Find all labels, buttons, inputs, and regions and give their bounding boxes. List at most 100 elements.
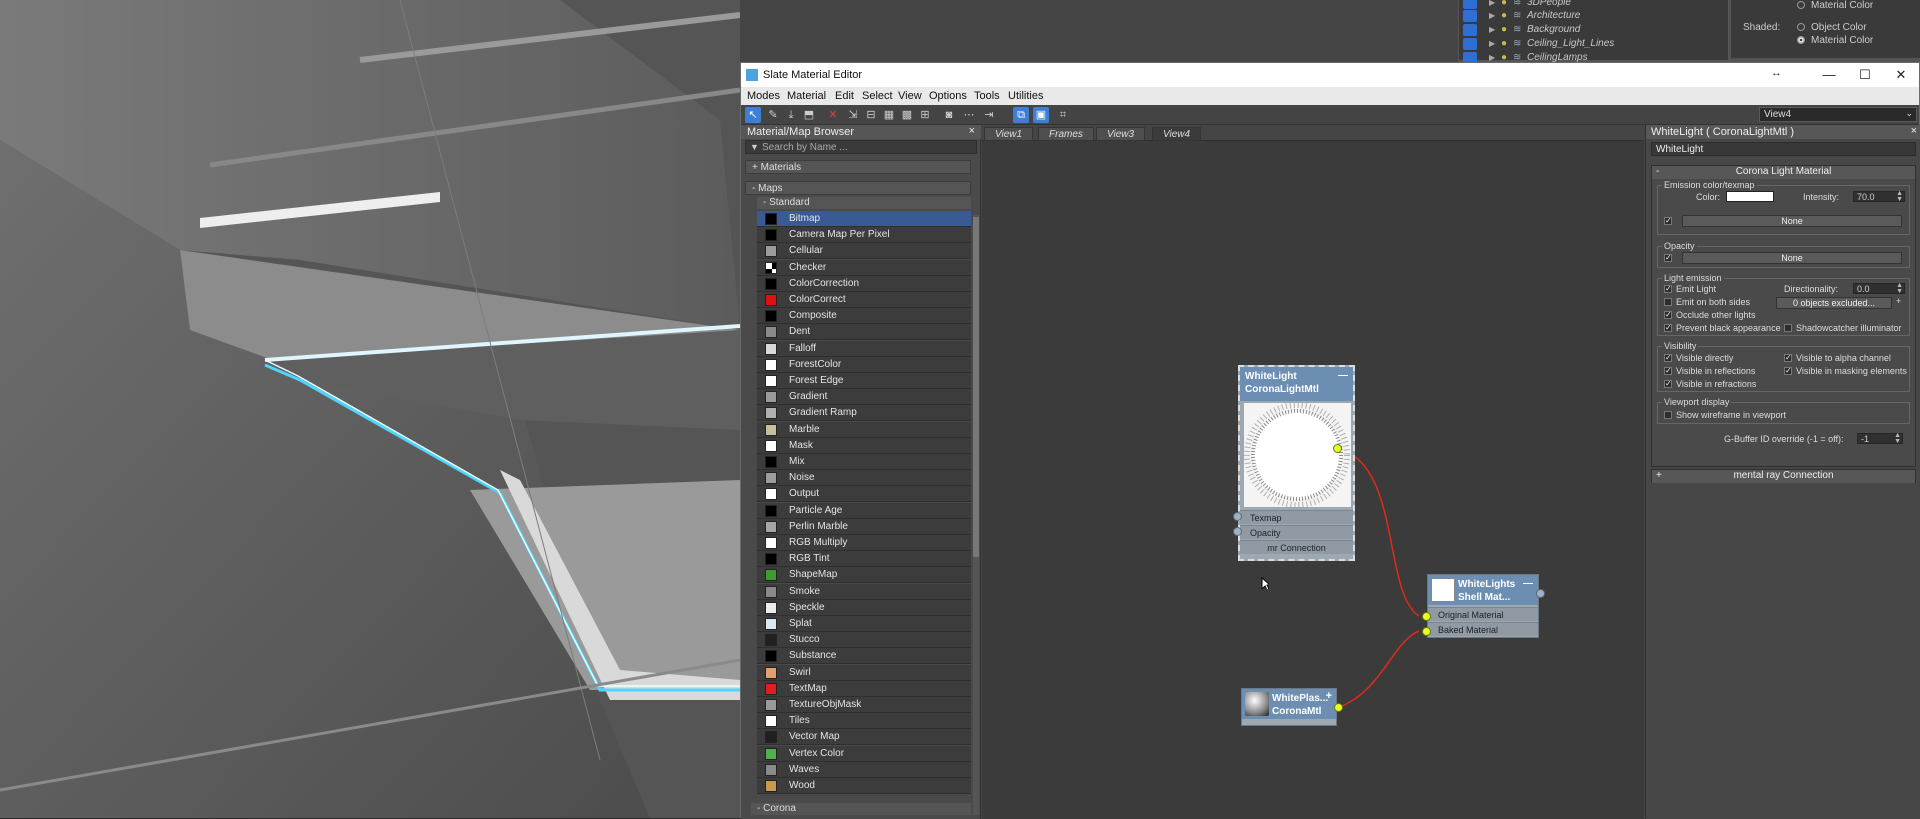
prevent-black-checkbox[interactable]: ✓ xyxy=(1664,324,1672,332)
minimize-button[interactable]: — xyxy=(1811,65,1847,85)
map-item[interactable]: ColorCorrect xyxy=(757,292,971,308)
assign-material-icon[interactable]: ⬒ xyxy=(801,107,817,123)
put-to-scene-icon[interactable]: ⤓ xyxy=(783,107,799,123)
map-item[interactable]: RGB Multiply xyxy=(757,535,971,551)
map-item[interactable]: Speckle xyxy=(757,599,971,616)
close-icon[interactable]: × xyxy=(1911,125,1917,137)
map-item[interactable]: Gradient Ramp xyxy=(757,405,971,422)
radio-icon[interactable] xyxy=(1797,23,1805,31)
node-shell-material[interactable]: WhiteLights Shell Mat... — Original Mate… xyxy=(1427,574,1539,638)
spinner-arrows-icon[interactable]: ▲ ▼ xyxy=(1894,432,1901,445)
map-item[interactable]: Falloff xyxy=(757,340,971,357)
map-item[interactable]: Checker xyxy=(757,259,971,276)
light-bulb-icon[interactable]: ● xyxy=(1501,0,1507,8)
scene-explorer[interactable]: ▶ ● ≋ 3DPeople ▶ ● ≋ Architecture ▶ ● ≋ … xyxy=(1458,0,1729,64)
browser-scrollbar[interactable] xyxy=(973,215,979,815)
emit-light-checkbox[interactable]: ✓ xyxy=(1664,285,1672,293)
radio-material-color[interactable]: Material Color xyxy=(1797,35,1873,46)
socket-mr-connection[interactable]: mr Connection xyxy=(1240,540,1353,554)
move-children-icon[interactable]: ⇲ xyxy=(845,107,861,123)
opacity-texmap-button[interactable]: None xyxy=(1682,252,1902,264)
output-socket-plastic[interactable] xyxy=(1334,703,1343,712)
collapse-icon[interactable]: - xyxy=(1656,166,1659,177)
maps-section[interactable]: - Maps xyxy=(745,181,971,195)
map-item[interactable]: Marble xyxy=(757,421,971,438)
map-item[interactable]: Vertex Color xyxy=(757,745,971,762)
map-item[interactable]: Wood xyxy=(757,778,971,794)
resize-arrows-icon[interactable]: ↔ xyxy=(1771,67,1782,79)
scene-row[interactable]: ▶ ● ≋ Ceiling_Light_Lines xyxy=(1459,37,1729,51)
emit-both-sides-checkbox[interactable] xyxy=(1664,298,1672,306)
map-item[interactable]: Swirl xyxy=(757,664,971,681)
map-item[interactable]: Cellular xyxy=(757,243,971,260)
node-whiteplastic[interactable]: WhitePlas... CoronaMtl + xyxy=(1241,688,1337,726)
menu-material[interactable]: Material xyxy=(787,90,826,102)
map-item[interactable]: RGB Tint xyxy=(757,551,971,568)
menu-view[interactable]: View xyxy=(898,90,922,102)
collapse-icon[interactable]: — xyxy=(1338,369,1348,382)
show-wireframe-checkbox[interactable] xyxy=(1664,411,1672,419)
layout-children-icon[interactable]: ⇥ xyxy=(981,107,997,123)
material-browser-toggle-icon[interactable]: ⧉ xyxy=(1013,107,1029,123)
menu-options[interactable]: Options xyxy=(929,90,967,102)
socket-texmap[interactable]: Texmap xyxy=(1240,510,1353,524)
search-input[interactable]: ▼ Search by Name ... xyxy=(745,140,977,154)
slate-material-editor-window[interactable]: Slate Material Editor ↔ — ☐ ✕ Modes Mate… xyxy=(740,62,1920,819)
map-item[interactable]: Splat xyxy=(757,616,971,632)
visible-masking-checkbox[interactable]: ✓ xyxy=(1784,367,1792,375)
input-socket-baked[interactable] xyxy=(1422,627,1431,636)
map-item[interactable]: Stucco xyxy=(757,632,971,649)
visible-alpha-checkbox[interactable]: ✓ xyxy=(1784,354,1792,362)
standard-section[interactable]: - Standard xyxy=(757,197,971,209)
layout-all-icon[interactable]: ⋯ xyxy=(961,107,977,123)
expand-icon[interactable]: ▶ xyxy=(1489,11,1495,20)
radio-object-color[interactable]: Object Color xyxy=(1797,22,1867,33)
map-item[interactable]: ShapeMap xyxy=(757,567,971,584)
expand-icon[interactable]: + xyxy=(1656,470,1662,481)
show-background-icon[interactable]: ▩ xyxy=(899,107,915,123)
map-item[interactable]: Particle Age xyxy=(757,502,971,519)
map-item[interactable]: Composite xyxy=(757,308,971,325)
map-item[interactable]: Gradient xyxy=(757,389,971,406)
expand-icon[interactable]: ▶ xyxy=(1489,39,1495,48)
expand-icon[interactable]: ▶ xyxy=(1489,0,1495,7)
input-socket-texmap[interactable] xyxy=(1233,512,1242,521)
spinner-arrows-icon[interactable]: ▲ ▼ xyxy=(1896,190,1903,203)
radio-material-color-top[interactable]: Material Color xyxy=(1797,0,1873,11)
expand-icon[interactable]: + xyxy=(1326,690,1332,703)
input-socket-original[interactable] xyxy=(1422,612,1431,621)
scene-row[interactable]: ▶ ● ≋ Background xyxy=(1459,23,1729,37)
map-item[interactable]: Perlin Marble xyxy=(757,518,971,535)
directionality-spinner[interactable]: 0.0 ▲ ▼ xyxy=(1853,282,1905,295)
socket-opacity[interactable]: Opacity xyxy=(1240,525,1353,539)
rollout-mental-ray[interactable]: + mental ray Connection xyxy=(1651,469,1916,483)
node-canvas[interactable]: WhiteLight CoronaLightMtl — Texmap Opaci… xyxy=(982,142,1644,819)
map-item[interactable]: Tiles xyxy=(757,713,971,730)
add-exclude-icon[interactable]: + xyxy=(1896,296,1901,306)
material-name-input[interactable]: WhiteLight xyxy=(1651,142,1916,156)
light-bulb-icon[interactable]: ● xyxy=(1501,38,1507,49)
socket-baked-material[interactable]: Baked Material xyxy=(1428,622,1538,636)
show-map-icon[interactable]: ▦ xyxy=(881,107,897,123)
radio-icon[interactable] xyxy=(1797,1,1805,9)
search-options-icon[interactable]: ▼ xyxy=(750,142,759,152)
rollout-header[interactable]: - Corona Light Material xyxy=(1652,166,1915,179)
parameter-editor-toggle-icon[interactable]: ▣ xyxy=(1033,107,1049,123)
map-item[interactable]: Output xyxy=(757,486,971,503)
wire-plastic-to-baked[interactable] xyxy=(1336,630,1420,709)
preview-icon[interactable]: ◙ xyxy=(941,107,957,123)
output-socket-shell[interactable] xyxy=(1536,589,1545,598)
hide-unused-icon[interactable]: ⊟ xyxy=(863,107,879,123)
visible-refractions-checkbox[interactable]: ✓ xyxy=(1664,380,1672,388)
radio-icon[interactable] xyxy=(1797,36,1805,44)
title-bar[interactable]: Slate Material Editor ↔ — ☐ ✕ xyxy=(741,63,1919,87)
map-item[interactable]: Forest Edge xyxy=(757,373,971,389)
color-swatch[interactable] xyxy=(1726,191,1774,202)
menu-modes[interactable]: Modes xyxy=(747,90,780,102)
occlude-checkbox[interactable]: ✓ xyxy=(1664,311,1672,319)
scrollbar-thumb[interactable] xyxy=(973,217,979,557)
output-socket-whitelight[interactable] xyxy=(1333,444,1342,453)
select-tool-icon[interactable]: ↖ xyxy=(745,107,761,123)
visible-reflections-checkbox[interactable]: ✓ xyxy=(1664,367,1672,375)
close-button[interactable]: ✕ xyxy=(1883,65,1919,85)
